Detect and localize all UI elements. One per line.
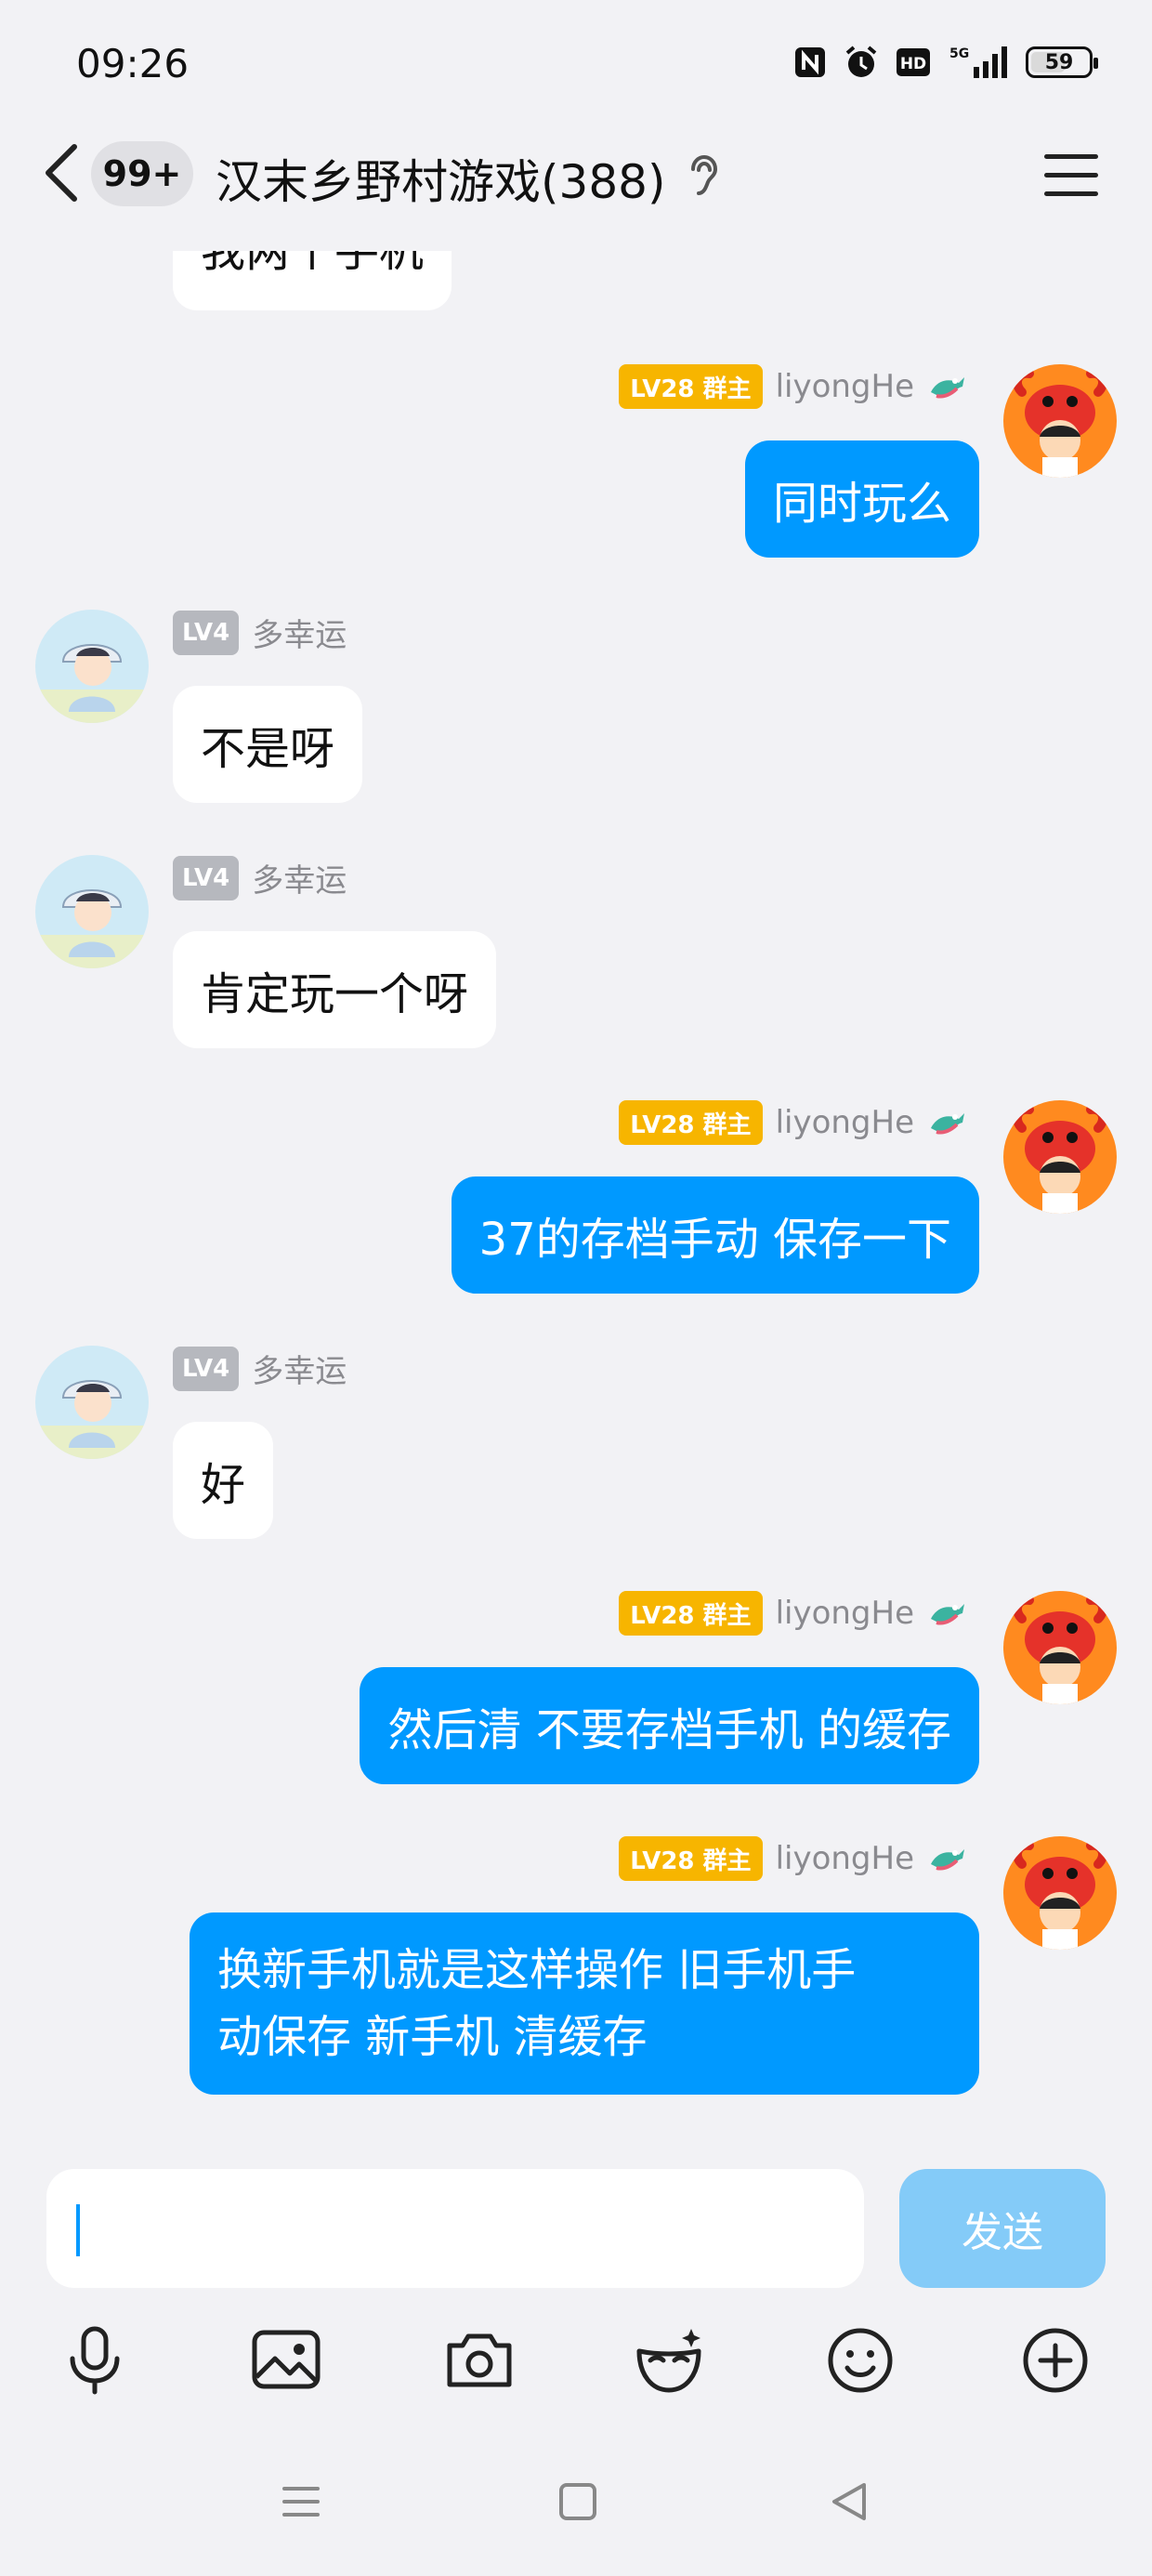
ear-icon[interactable] bbox=[686, 154, 719, 197]
sender-name[interactable]: liyongHe bbox=[776, 1595, 914, 1632]
sender-meta: LV28 群主 liyongHe bbox=[619, 364, 968, 409]
level-badge: LV28 群主 bbox=[619, 364, 763, 409]
message-text: 肯定玩一个呀 bbox=[201, 968, 469, 1020]
message-text: 37的存档手动 保存一下 bbox=[478, 1214, 951, 1266]
battery-icon: 59 bbox=[1026, 46, 1098, 78]
sender-meta: LV4 多幸运 bbox=[173, 1346, 347, 1391]
svg-text:HD: HD bbox=[900, 55, 926, 73]
back-chevron-icon[interactable] bbox=[33, 139, 89, 206]
level-badge: LV4 bbox=[173, 1346, 240, 1391]
text-caret bbox=[76, 2204, 80, 2256]
svg-text:5G: 5G bbox=[949, 46, 969, 61]
status-time: 09:26 bbox=[76, 41, 190, 86]
emoji-icon[interactable] bbox=[823, 2323, 897, 2398]
status-icons: HD 5G 59 bbox=[793, 45, 1098, 80]
camera-icon[interactable] bbox=[442, 2323, 517, 2398]
sender-meta: LV4 多幸运 bbox=[173, 855, 347, 900]
menu-icon[interactable] bbox=[1044, 154, 1098, 197]
alarm-icon bbox=[845, 46, 877, 77]
battery-level: 59 bbox=[1044, 50, 1074, 74]
sender-name[interactable]: 多幸运 bbox=[252, 1346, 347, 1391]
avatar-liyonghe[interactable] bbox=[1003, 1591, 1117, 1704]
nav-home-icon[interactable] bbox=[557, 2481, 598, 2522]
message-input[interactable] bbox=[46, 2169, 864, 2288]
avatar-duoxingyun[interactable] bbox=[35, 1346, 149, 1459]
unread-badge[interactable]: 99+ bbox=[91, 141, 193, 206]
plus-icon[interactable] bbox=[1018, 2323, 1093, 2398]
level-badge: LV28 群主 bbox=[619, 1591, 763, 1636]
mask-icon[interactable] bbox=[632, 2323, 706, 2398]
message-text: 然后清 不要存档手机 的缓存 bbox=[387, 1704, 951, 1756]
avatar-duoxingyun[interactable] bbox=[35, 610, 149, 723]
avatar-duoxingyun[interactable] bbox=[35, 855, 149, 968]
sender-name[interactable]: liyongHe bbox=[776, 1104, 914, 1141]
message-bubble-incoming: 肯定玩一个呀 bbox=[173, 931, 497, 1048]
message-bubble-outgoing: 37的存档手动 保存一下 bbox=[451, 1176, 979, 1294]
signal-5g-icon: 5G bbox=[949, 46, 1007, 78]
sender-meta: LV4 多幸运 bbox=[173, 610, 347, 655]
level-badge: LV28 群主 bbox=[619, 1100, 763, 1145]
sender-name[interactable]: 多幸运 bbox=[252, 855, 347, 900]
message-bubble-outgoing: 同时玩么 bbox=[744, 440, 979, 558]
sender-meta: LV28 群主 liyongHe bbox=[619, 1100, 968, 1145]
dragon-emblem-icon bbox=[931, 377, 964, 399]
level-badge: LV4 bbox=[173, 610, 240, 655]
avatar-liyonghe[interactable] bbox=[1003, 1836, 1117, 1950]
message-text-line: 动保存 新手机 清缓存 bbox=[217, 2011, 648, 2063]
sender-name[interactable]: liyongHe bbox=[776, 1840, 914, 1877]
nfc-icon bbox=[795, 47, 825, 77]
dragon-emblem-icon bbox=[931, 1849, 964, 1871]
sender-name[interactable]: liyongHe bbox=[776, 368, 914, 405]
level-badge: LV28 群主 bbox=[619, 1836, 763, 1881]
nav-menu-icon[interactable] bbox=[281, 2481, 321, 2522]
avatar-liyonghe[interactable] bbox=[1003, 1100, 1117, 1214]
message-bubble-incoming: 不是呀 bbox=[173, 686, 363, 803]
microphone-icon[interactable] bbox=[58, 2323, 132, 2398]
message-text: 不是呀 bbox=[201, 723, 335, 775]
message-bubble-outgoing: 然后清 不要存档手机 的缓存 bbox=[360, 1667, 979, 1784]
status-bar: 09:26 HD 5G 59 bbox=[0, 0, 1152, 130]
message-text: 好 bbox=[201, 1459, 246, 1511]
message-text-line: 换新手机就是这样操作 旧手机手 bbox=[217, 1944, 857, 1996]
hd-icon: HD bbox=[897, 48, 930, 76]
dragon-emblem-icon bbox=[931, 1113, 964, 1135]
image-icon[interactable] bbox=[249, 2323, 323, 2398]
group-title[interactable]: 汉末乡野村游戏(388) bbox=[216, 145, 665, 212]
level-badge: LV4 bbox=[173, 855, 240, 900]
dragon-emblem-icon bbox=[931, 1604, 964, 1625]
sender-meta: LV28 群主 liyongHe bbox=[619, 1591, 968, 1636]
sender-name[interactable]: 多幸运 bbox=[252, 610, 347, 655]
nav-back-icon[interactable] bbox=[829, 2481, 870, 2522]
send-button[interactable]: 发送 bbox=[899, 2169, 1106, 2288]
avatar-liyonghe[interactable] bbox=[1003, 364, 1117, 478]
sender-meta: LV28 群主 liyongHe bbox=[619, 1836, 968, 1881]
message-bubble-outgoing: 换新手机就是这样操作 旧手机手 动保存 新手机 清缓存 bbox=[190, 1912, 979, 2095]
message-bubble-incoming: 好 bbox=[173, 1422, 274, 1539]
message-text: 同时玩么 bbox=[772, 478, 951, 530]
